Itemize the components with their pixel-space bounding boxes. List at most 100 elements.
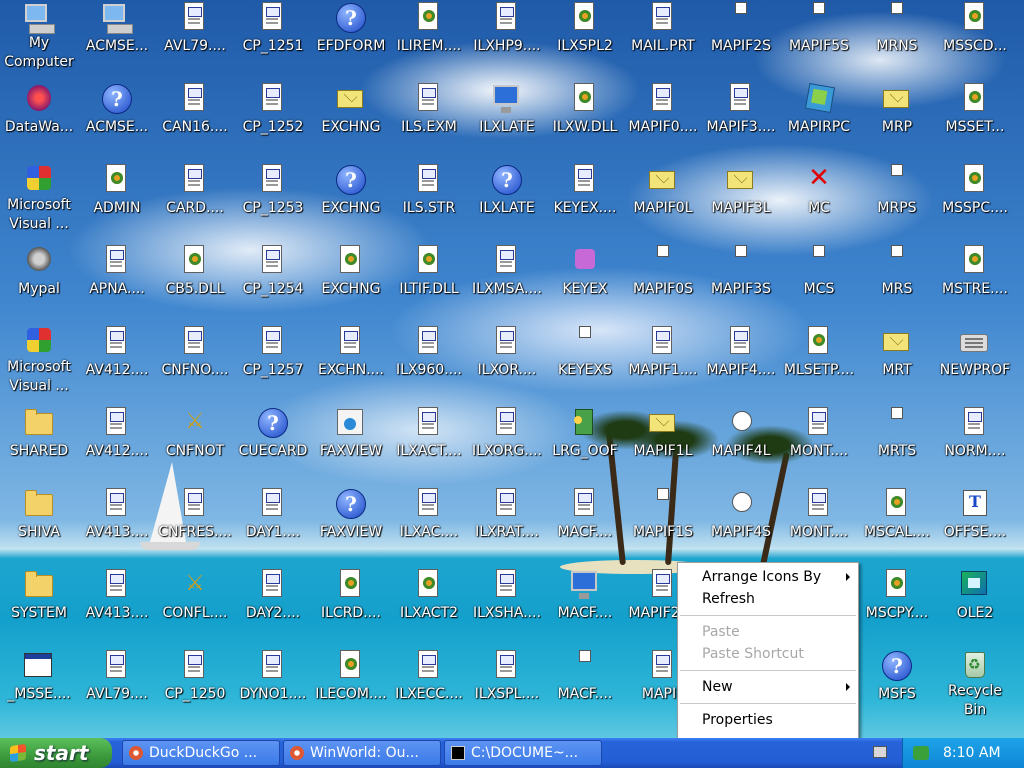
desktop-icon[interactable]: ILX960.... [390, 324, 468, 404]
desktop-icon[interactable]: APNA.... [78, 243, 156, 323]
desktop-icon[interactable]: T OFFSE.... [936, 486, 1014, 566]
desktop-icon[interactable]: ILS.EXM [390, 81, 468, 161]
desktop-icon[interactable]: MAPIF0.... [624, 81, 702, 161]
desktop-icon[interactable]: MAPIF3L [702, 162, 780, 242]
desktop-icon[interactable]: MAIL.PRT [624, 0, 702, 80]
tray-status-icon[interactable] [913, 746, 929, 760]
desktop-icon[interactable]: CP_1253 [234, 162, 312, 242]
desktop-icon[interactable]: CP_1257 [234, 324, 312, 404]
desktop-icon[interactable]: ILXECC.... [390, 648, 468, 728]
desktop-icon[interactable]: ILCRD.... [312, 567, 390, 647]
desktop-icon[interactable]: MACF.... [546, 486, 624, 566]
desktop-icon[interactable]: CNFRES.... [156, 486, 234, 566]
taskbar-button-winworld[interactable]: WinWorld: Ou... [283, 740, 441, 766]
desktop-icon[interactable]: MAPIF1L [624, 405, 702, 485]
desktop-icon[interactable]: EXCHNG [312, 81, 390, 161]
desktop-icon[interactable]: AVL79.... [156, 0, 234, 80]
desktop-icon[interactable]: CP_1254 [234, 243, 312, 323]
desktop-icon[interactable]: CARD.... [156, 162, 234, 242]
desktop-icon[interactable]: MSCAL.... [858, 486, 936, 566]
desktop-icon[interactable]: MAPIF4S [702, 486, 780, 566]
desktop-icon[interactable]: DataWa... [0, 81, 78, 161]
desktop-icon[interactable]: MRTS [858, 405, 936, 485]
desktop-icon[interactable]: CAN16.... [156, 81, 234, 161]
desktop-icon[interactable]: ACMSE... [78, 0, 156, 80]
desktop-icon[interactable]: MSSCD... [936, 0, 1014, 80]
desktop-icon[interactable]: DAY2.... [234, 567, 312, 647]
desktop-icon[interactable]: OLE2 [936, 567, 1014, 647]
desktop-icon[interactable]: ILXMSA.... [468, 243, 546, 323]
desktop-icon[interactable]: CNFNO.... [156, 324, 234, 404]
desktop-icon[interactable]: ILXHP9.... [468, 0, 546, 80]
desktop-icon[interactable]: ILXLATE [468, 81, 546, 161]
desktop-icon[interactable]: ? EFDFORM [312, 0, 390, 80]
desktop-icon[interactable]: MSCPY.... [858, 567, 936, 647]
desktop-icon[interactable]: CP_1252 [234, 81, 312, 161]
desktop-icon[interactable]: ? ILXLATE [468, 162, 546, 242]
desktop-icon[interactable]: ILXACT2 [390, 567, 468, 647]
desktop-icon[interactable]: SHIVA [0, 486, 78, 566]
desktop-icon[interactable]: MSSPC.... [936, 162, 1014, 242]
desktop-icon[interactable]: ✕ MC [780, 162, 858, 242]
menu-item-refresh[interactable]: Refresh [678, 588, 858, 610]
desktop-icon[interactable]: MRS [858, 243, 936, 323]
desktop-icon[interactable]: ? FAXVIEW [312, 486, 390, 566]
desktop-icon[interactable]: MAPIF1S [624, 486, 702, 566]
desktop-icon[interactable]: SYSTEM [0, 567, 78, 647]
desktop-icon[interactable]: ? ACMSE... [78, 81, 156, 161]
desktop-icon[interactable]: ⚔ CONFL.... [156, 567, 234, 647]
menu-item-new[interactable]: New [678, 676, 858, 698]
desktop-icon[interactable]: ILTIF.DLL [390, 243, 468, 323]
taskbar-button-command-prompt[interactable]: C:\DOCUME~... [444, 740, 602, 766]
desktop-icon[interactable]: MONT.... [780, 405, 858, 485]
desktop-icon[interactable]: MAPIF3S [702, 243, 780, 323]
menu-item-arrange-icons-by[interactable]: Arrange Icons By [678, 566, 858, 588]
desktop-icon[interactable]: MAPIF2S [702, 0, 780, 80]
keyboard-icon[interactable] [873, 746, 887, 758]
desktop-icon[interactable]: ? CUECARD [234, 405, 312, 485]
desktop-icon[interactable]: MAPIF1.... [624, 324, 702, 404]
desktop-icon[interactable]: KEYEXS [546, 324, 624, 404]
desktop-icon[interactable]: CP_1250 [156, 648, 234, 728]
desktop[interactable]: My Computer ACMSE... AVL79.... CP_1251? EFDFO… [0, 0, 1024, 738]
desktop-icon[interactable]: Microsoft Visual ... [0, 162, 78, 242]
desktop-icon[interactable]: ILXAC.... [390, 486, 468, 566]
desktop-icon[interactable]: ADMIN [78, 162, 156, 242]
desktop-icon[interactable]: Mypal [0, 243, 78, 323]
desktop-icon[interactable]: KEYEX [546, 243, 624, 323]
desktop-icon[interactable]: ILS.STR [390, 162, 468, 242]
desktop-icon[interactable]: Microsoft Visual ... [0, 324, 78, 404]
desktop-icon[interactable]: FAXVIEW [312, 405, 390, 485]
desktop-icon[interactable]: KEYEX.... [546, 162, 624, 242]
desktop-icon[interactable]: ILXW.DLL [546, 81, 624, 161]
clock[interactable]: 8:10 AM [943, 738, 1001, 768]
desktop-icon[interactable]: MRNS [858, 0, 936, 80]
desktop-icon[interactable]: ILXORG.... [468, 405, 546, 485]
desktop-icon[interactable]: ? MSFS [858, 648, 936, 728]
desktop-icon[interactable]: MACF.... [546, 567, 624, 647]
desktop-icon[interactable]: ? EXCHNG [312, 162, 390, 242]
desktop-icon[interactable]: AV413.... [78, 567, 156, 647]
desktop-icon[interactable]: MAPIF4.... [702, 324, 780, 404]
desktop-icon[interactable]: DAY1.... [234, 486, 312, 566]
desktop-icon[interactable]: ILXSHA.... [468, 567, 546, 647]
desktop-icon[interactable]: MSTRE.... [936, 243, 1014, 323]
desktop-icon[interactable]: ⚔ CNFNOT [156, 405, 234, 485]
desktop-icon[interactable]: SHARED [0, 405, 78, 485]
taskbar-button-duckduckgo[interactable]: DuckDuckGo ... [122, 740, 280, 766]
desktop-icon[interactable]: MAPIRPC [780, 81, 858, 161]
desktop-icon[interactable]: MAPIF3.... [702, 81, 780, 161]
desktop-icon[interactable]: ILXSPL2 [546, 0, 624, 80]
desktop-icon[interactable]: ILXACT.... [390, 405, 468, 485]
desktop-icon[interactable]: EXCHNG [312, 243, 390, 323]
desktop-icon[interactable]: AVL79.... [78, 648, 156, 728]
desktop-icon[interactable]: CB5.DLL [156, 243, 234, 323]
desktop-icon[interactable]: ILECOM.... [312, 648, 390, 728]
start-button[interactable]: start [0, 738, 112, 768]
desktop-icon[interactable]: DYNO1.... [234, 648, 312, 728]
desktop-icon[interactable]: MAPIF5S [780, 0, 858, 80]
desktop-icon[interactable]: MAPIF0S [624, 243, 702, 323]
desktop-icon[interactable]: Recycle Bin [936, 648, 1014, 728]
desktop-icon[interactable]: MSSET... [936, 81, 1014, 161]
desktop-icon[interactable]: MLSETP.... [780, 324, 858, 404]
